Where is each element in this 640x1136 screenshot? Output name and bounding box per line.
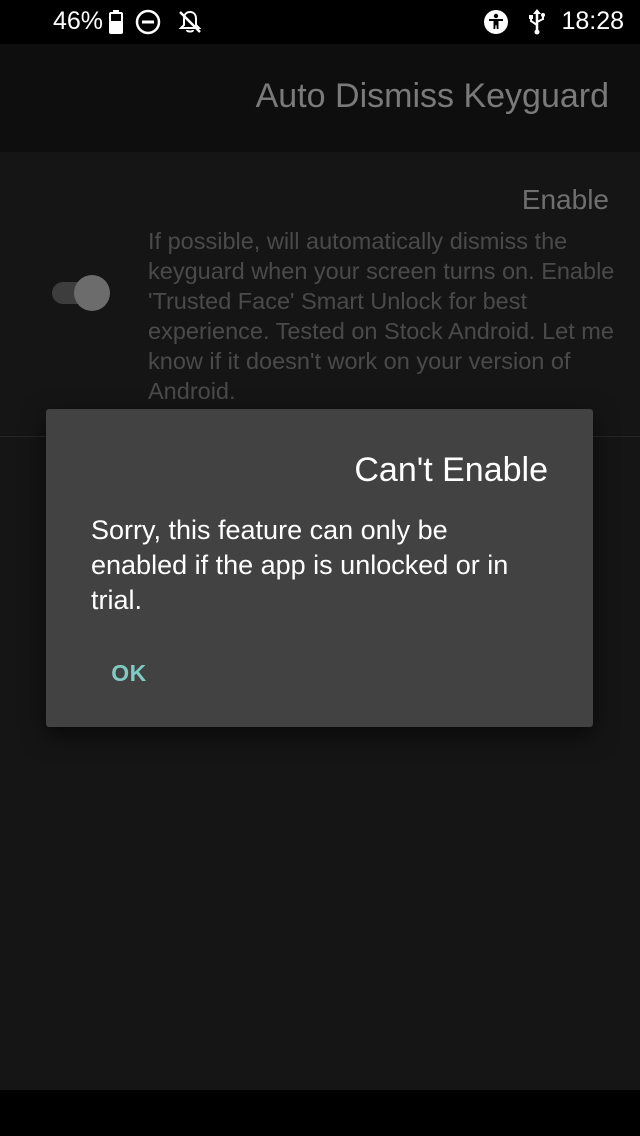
status-left: 46%	[53, 7, 203, 36]
ok-button[interactable]: OK	[94, 645, 164, 701]
cant-enable-dialog: Can't Enable Sorry, this feature can onl…	[46, 409, 593, 727]
dialog-message: Sorry, this feature can only be enabled …	[91, 515, 509, 615]
status-bar: 46% 18:28	[0, 0, 640, 44]
battery-icon	[109, 9, 124, 34]
accessibility-icon	[483, 9, 509, 35]
status-time: 18:28	[561, 7, 624, 35]
notifications-off-icon	[177, 9, 203, 35]
usb-icon	[527, 8, 547, 35]
dialog-title: Can't Enable	[354, 451, 548, 489]
battery-percent: 46%	[53, 7, 104, 35]
status-right: 18:28	[471, 7, 624, 36]
do-not-disturb-icon	[135, 9, 161, 35]
navigation-bar	[0, 1090, 640, 1136]
